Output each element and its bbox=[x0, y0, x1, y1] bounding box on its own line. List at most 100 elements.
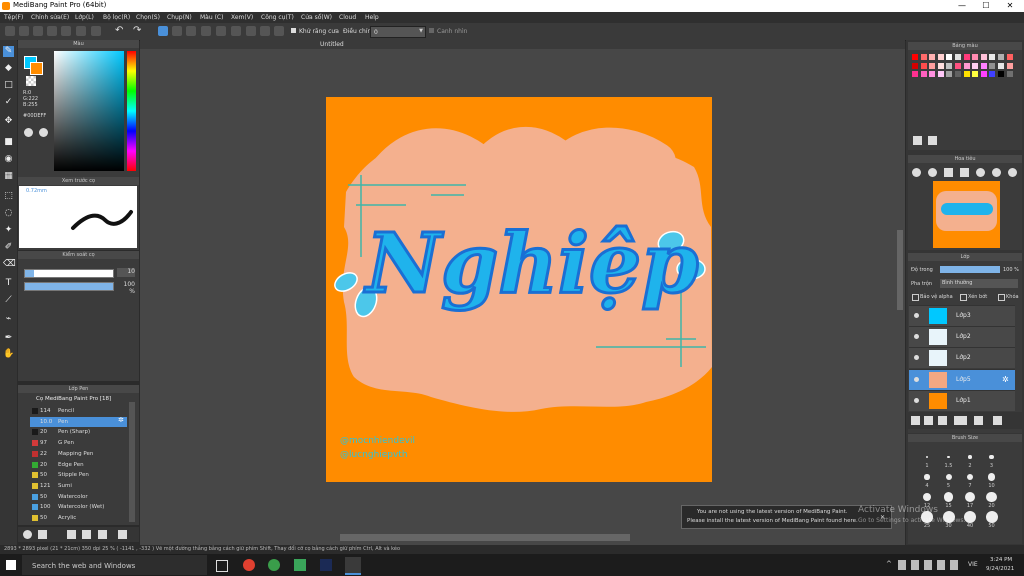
menu-tools[interactable]: Công cụ(T) bbox=[261, 14, 294, 21]
select-eraser-tool-icon[interactable]: ⌫ bbox=[3, 259, 16, 270]
brush-item[interactable]: 50 Watercolor bbox=[30, 492, 127, 502]
undo-icon[interactable]: ↶ bbox=[115, 26, 125, 36]
add-color-layer-icon[interactable] bbox=[924, 416, 933, 425]
pen-tool-icon[interactable]: ✒ bbox=[3, 333, 14, 344]
brush-group-header[interactable]: Cọ MediBang Paint Pro [18] bbox=[36, 396, 111, 402]
copy-brush-icon[interactable] bbox=[67, 530, 76, 539]
minimize-button[interactable]: — bbox=[950, 0, 974, 12]
brush-size-option[interactable]: 1.5 bbox=[940, 451, 958, 469]
marquee-tool-icon[interactable]: ⬚ bbox=[3, 191, 14, 202]
palette-swatch[interactable] bbox=[929, 54, 936, 60]
gradient-tool-icon[interactable]: ▦ bbox=[3, 171, 14, 182]
protect-alpha-checkbox[interactable] bbox=[912, 294, 919, 301]
palette-swatch[interactable] bbox=[1006, 62, 1013, 69]
clock-time[interactable]: 3:24 PM bbox=[990, 557, 1012, 563]
medibang-icon[interactable] bbox=[345, 557, 361, 575]
brush-settings-icon[interactable] bbox=[38, 530, 47, 539]
background-swatch[interactable] bbox=[30, 62, 43, 75]
zoom-in-icon[interactable] bbox=[912, 168, 921, 177]
brush-opacity-value[interactable]: 100 % bbox=[117, 281, 135, 295]
brush-item[interactable]: 97 G Pen bbox=[30, 438, 127, 448]
palette-swatch[interactable] bbox=[989, 62, 996, 69]
layer-duplicate-icon[interactable] bbox=[993, 416, 1002, 425]
palette-swatch[interactable] bbox=[989, 54, 996, 60]
navigator-thumbnail[interactable] bbox=[933, 181, 1000, 248]
palette-swatch[interactable] bbox=[972, 54, 979, 60]
layer-row[interactable]: Lớp2 bbox=[909, 326, 1015, 348]
visibility-eye-icon[interactable] bbox=[914, 313, 919, 318]
clock-date[interactable]: 9/24/2021 bbox=[986, 566, 1014, 572]
menu-filter[interactable]: Bộ lọc(R) bbox=[103, 14, 130, 21]
brush-item[interactable]: 121 Sumi bbox=[30, 481, 127, 491]
visibility-eye-icon[interactable] bbox=[914, 397, 919, 403]
palette-swatch[interactable] bbox=[955, 62, 961, 69]
brush-size-option[interactable]: 1 bbox=[918, 451, 936, 469]
brush-size-option[interactable]: 5 bbox=[940, 471, 958, 489]
hand-tool-icon[interactable]: ✋ bbox=[3, 349, 14, 360]
brush-item[interactable]: 22 Mapping Pen bbox=[30, 449, 127, 459]
menu-view[interactable]: Xem(V) bbox=[231, 14, 253, 21]
artboard[interactable]: Nghiệp @mocnhiendevil @lucnghiepvth bbox=[326, 97, 712, 482]
brush-size-option[interactable]: 4 bbox=[918, 471, 936, 489]
language-indicator[interactable]: VIE bbox=[968, 561, 978, 568]
redo-icon[interactable]: ↷ bbox=[133, 26, 143, 36]
palette-swatch[interactable] bbox=[1006, 54, 1013, 60]
palette-swatch[interactable] bbox=[937, 71, 944, 78]
palette-swatch[interactable] bbox=[929, 62, 936, 69]
delete-brush-icon[interactable] bbox=[118, 530, 127, 539]
snap-vanishing-icon[interactable] bbox=[201, 26, 211, 36]
snap-cross-icon[interactable] bbox=[186, 26, 196, 36]
antialias-checkbox[interactable] bbox=[291, 28, 296, 33]
snap-off-icon[interactable] bbox=[158, 26, 168, 36]
copy-layer-icon[interactable] bbox=[938, 416, 947, 425]
n-app-icon[interactable] bbox=[294, 559, 306, 571]
brush-opacity-slider[interactable] bbox=[24, 282, 114, 291]
visibility-eye-icon[interactable] bbox=[914, 334, 919, 340]
eyedropper-tool-icon[interactable]: ⌁ bbox=[3, 314, 14, 325]
brush-item[interactable]: 50 Acrylic bbox=[30, 513, 127, 523]
palette-swatch[interactable] bbox=[998, 71, 1004, 78]
canvas-vscrollbar[interactable] bbox=[897, 230, 903, 310]
palette-swatch[interactable] bbox=[980, 54, 987, 60]
brush-size-option[interactable]: 3 bbox=[983, 451, 1001, 469]
palette-swatch[interactable] bbox=[955, 71, 961, 78]
palette-swatch[interactable] bbox=[946, 62, 953, 69]
folder-brush-icon[interactable] bbox=[82, 530, 91, 539]
palette-swatch[interactable] bbox=[946, 71, 953, 78]
windows-start-icon[interactable] bbox=[6, 560, 16, 570]
saturation-value-square[interactable] bbox=[54, 51, 124, 171]
snap-curve-icon[interactable] bbox=[246, 26, 256, 36]
blend-mode-select[interactable]: Bình thường bbox=[940, 279, 1018, 288]
duplicate-brush-icon[interactable] bbox=[98, 530, 107, 539]
menu-help[interactable]: Help bbox=[365, 14, 379, 21]
brush-item[interactable]: 50 Stipple Pen bbox=[30, 470, 127, 480]
layout-icon[interactable] bbox=[76, 26, 86, 36]
layer-folder-icon[interactable] bbox=[974, 416, 983, 425]
magic-wand-tool-icon[interactable]: ✦ bbox=[3, 225, 14, 236]
snap-checkbox[interactable] bbox=[429, 28, 434, 33]
palette-swatch[interactable] bbox=[963, 62, 970, 69]
palette-swatch[interactable] bbox=[920, 62, 927, 69]
palette-swatch[interactable] bbox=[1006, 71, 1013, 78]
color-hex-value[interactable]: #00DEFF bbox=[23, 113, 46, 119]
calendar-icon[interactable] bbox=[91, 26, 101, 36]
palette-swatch[interactable] bbox=[989, 71, 996, 78]
menu-select[interactable]: Chọn(S) bbox=[136, 14, 160, 21]
snap-radial-icon[interactable] bbox=[216, 26, 226, 36]
palette-delete-icon[interactable] bbox=[928, 136, 937, 145]
brush-item[interactable]: 114 Pencil bbox=[30, 406, 127, 416]
layer-row[interactable]: Lớp3 bbox=[909, 305, 1015, 326]
layer-row[interactable]: Lớp5 ✲ bbox=[909, 368, 1015, 390]
visibility-eye-icon[interactable] bbox=[914, 376, 919, 382]
fit-icon[interactable] bbox=[944, 168, 953, 177]
layer-opacity-slider[interactable] bbox=[940, 266, 1000, 273]
chevron-up-icon[interactable]: ^ bbox=[886, 560, 892, 568]
taskbar-search-box[interactable]: Search the web and Windows bbox=[22, 555, 207, 575]
palette-swatch[interactable] bbox=[937, 54, 944, 60]
brush-item[interactable]: 10.0 Pen bbox=[30, 416, 127, 427]
clipping-checkbox[interactable] bbox=[960, 294, 967, 301]
brush-item[interactable]: 100 Watercolor (Wet) bbox=[30, 502, 127, 512]
hue-slider[interactable] bbox=[127, 51, 136, 171]
palette-swatch[interactable] bbox=[920, 54, 927, 60]
menu-layer[interactable]: Lớp(L) bbox=[75, 14, 94, 21]
